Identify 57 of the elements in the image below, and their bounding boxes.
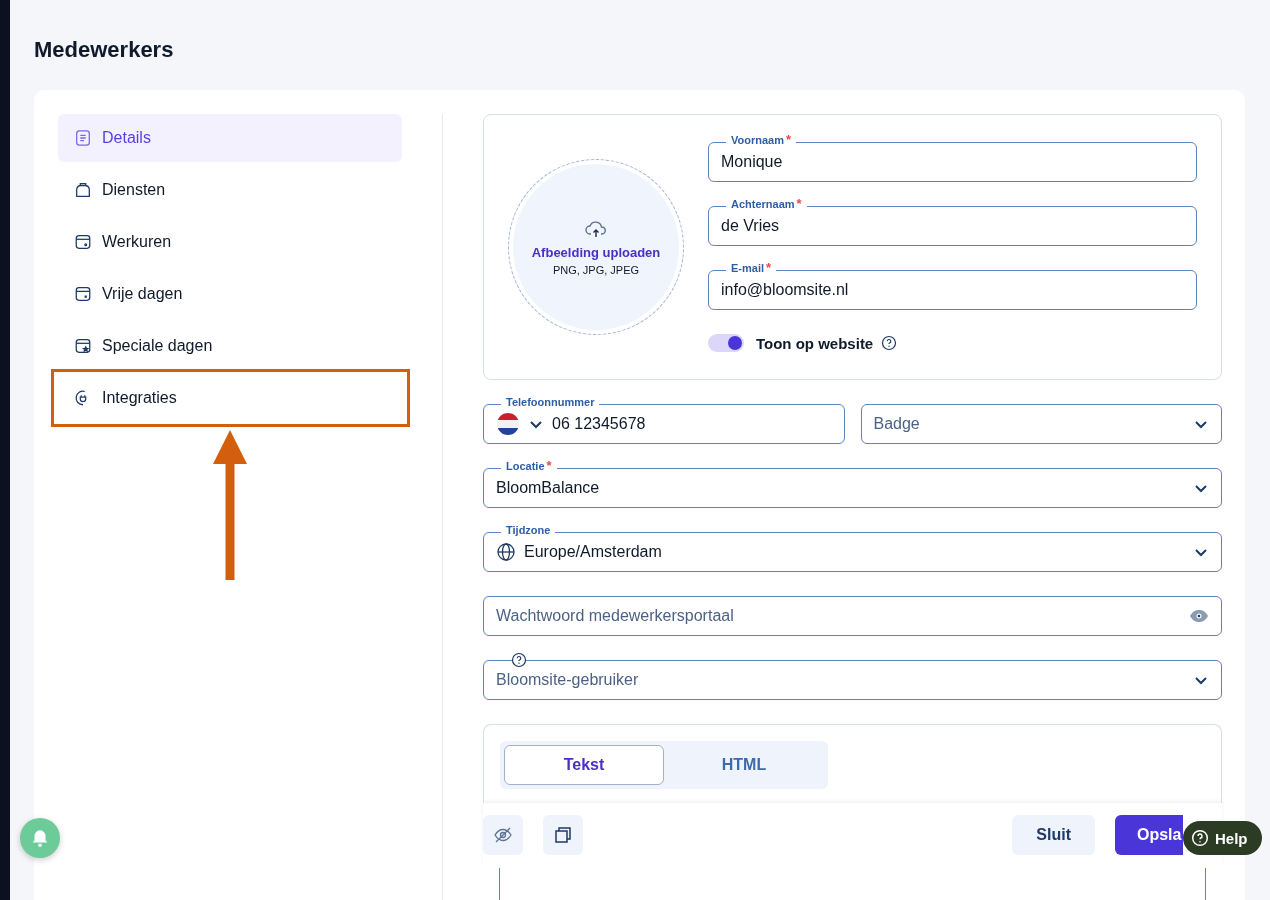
toggle-label: Toon op website xyxy=(756,334,874,352)
field-label: E-mail* xyxy=(726,261,777,275)
footer-button[interactable]: Sluit xyxy=(1012,815,1095,855)
editor-tab[interactable]: HTML xyxy=(664,745,824,785)
eye-off-icon xyxy=(493,825,513,845)
copy-button[interactable] xyxy=(543,815,583,855)
field-value: Monique xyxy=(721,153,783,171)
globe-icon xyxy=(496,542,516,562)
sidebar-item[interactable]: Speciale dagen xyxy=(58,322,402,370)
field-value: info@bloomsite.nl xyxy=(721,281,849,299)
placeholder-text: Badge xyxy=(873,415,921,433)
help-icon[interactable] xyxy=(881,335,898,351)
sidebar-item[interactable]: Integraties xyxy=(58,374,402,422)
sidebar-item[interactable]: Details xyxy=(58,114,402,162)
cloud-upload-icon xyxy=(584,218,608,239)
toggle-switch[interactable] xyxy=(708,334,744,352)
editor-tab[interactable]: Tekst xyxy=(504,745,664,785)
upload-formats: PNG, JPG, JPEG xyxy=(552,263,640,276)
page-title: Medewerkers xyxy=(34,36,175,64)
placeholder-text: Bloomsite-gebruiker xyxy=(496,671,640,689)
field-value: BloomBalance xyxy=(496,479,600,497)
help-icon[interactable] xyxy=(511,652,527,668)
eye-icon[interactable] xyxy=(1189,609,1209,623)
sidebar-icon xyxy=(74,233,92,251)
copy-icon xyxy=(553,825,573,845)
field-label: Tijdzone xyxy=(501,523,556,537)
text-field[interactable]: E-mail* info@bloomsite.nl xyxy=(708,261,1197,310)
location-select[interactable]: Locatie* BloomBalance xyxy=(483,459,1222,508)
text-field[interactable]: Voornaam* Monique xyxy=(708,133,1197,182)
help-button[interactable]: Help xyxy=(1183,821,1262,855)
password-field[interactable]: Wachtwoord medewerkersportaal xyxy=(483,587,1222,636)
field-value: de Vries xyxy=(721,217,780,235)
sidebar-icon xyxy=(74,181,92,199)
footer-button[interactable]: Opsla xyxy=(1115,815,1183,855)
field-label: Voornaam* xyxy=(726,133,797,147)
field-value: Europe/Amsterdam xyxy=(524,543,662,561)
user-select[interactable]: Bloomsite-gebruiker xyxy=(483,651,1222,700)
sidebar-icon xyxy=(74,285,92,303)
sidebar-icon xyxy=(74,129,92,147)
sidebar-icon xyxy=(74,337,92,355)
phone-field[interactable]: Telefoonnummer 06 12345678 xyxy=(483,395,845,444)
field-label: Locatie* xyxy=(501,459,557,473)
upload-title: Afbeelding uploaden xyxy=(531,244,661,260)
placeholder-text: Wachtwoord medewerkersportaal xyxy=(496,607,735,625)
sidebar-item[interactable]: Werkuren xyxy=(58,218,402,266)
timezone-select[interactable]: Tijdzone Europe/Amsterdam xyxy=(483,523,1222,572)
field-label: Achternaam* xyxy=(726,197,807,211)
question-icon xyxy=(1191,829,1209,847)
field-label: Telefoonnummer xyxy=(501,395,600,409)
image-upload[interactable]: Afbeelding uploaden PNG, JPG, JPEG xyxy=(508,159,684,335)
sidebar-item[interactable]: Vrije dagen xyxy=(58,270,402,318)
text-field[interactable]: Achternaam* de Vries xyxy=(708,197,1197,246)
hide-button[interactable] xyxy=(483,815,523,855)
flag-icon xyxy=(496,412,520,436)
badge-select[interactable]: Badge xyxy=(860,395,1222,444)
sidebar-item[interactable]: Diensten xyxy=(58,166,402,214)
field-value: 06 12345678 xyxy=(552,415,646,433)
